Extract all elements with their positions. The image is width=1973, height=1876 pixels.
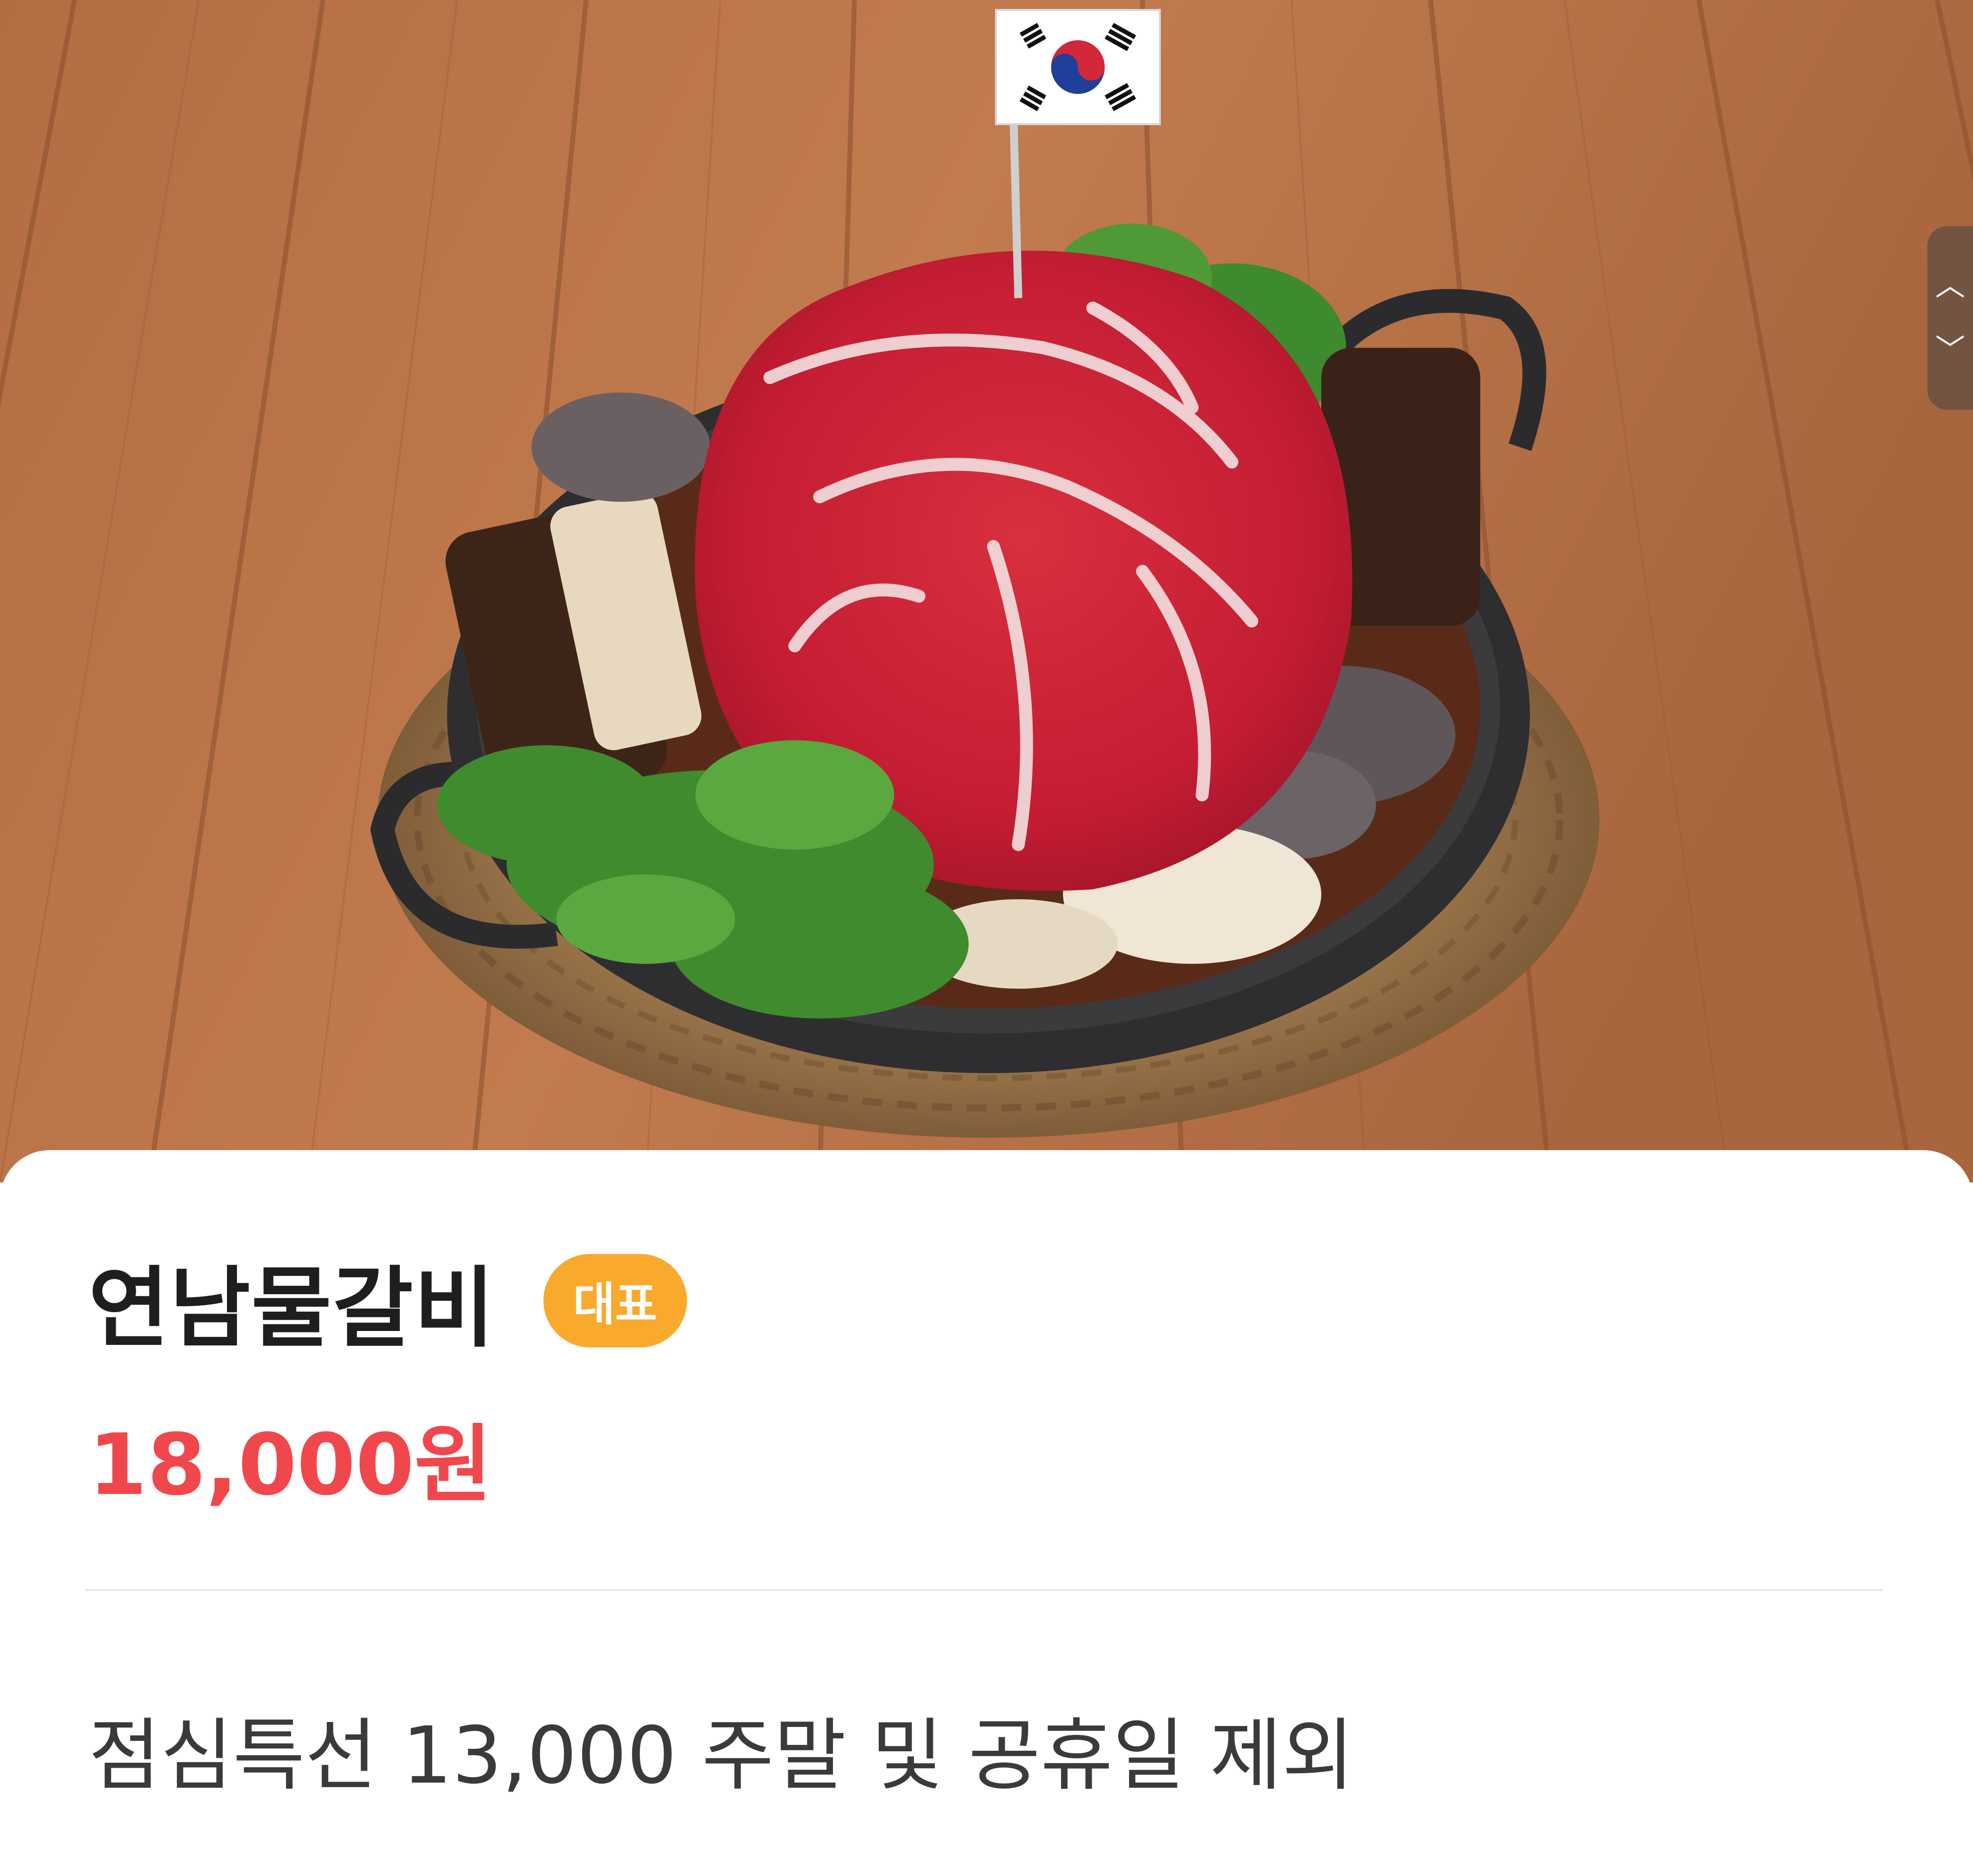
divider <box>85 1589 1883 1591</box>
chevron-down-icon[interactable]: ﹀ <box>1935 335 1965 365</box>
menu-price: 18,000원 <box>88 1416 492 1514</box>
chevron-up-icon[interactable]: ︿ <box>1935 271 1965 301</box>
menu-photo[interactable] <box>0 0 1973 1182</box>
scroll-handle[interactable]: ︿ ﹀ <box>1927 226 1973 410</box>
menu-description: 점심특선 13,000 주말 및 공휴일 제외 <box>88 1710 1355 1801</box>
representative-badge: 대표 <box>543 1253 687 1347</box>
food-image <box>0 0 1973 1182</box>
menu-name: 연남물갈비 <box>88 1257 496 1359</box>
menu-title-row: 연남물갈비 대표 <box>88 1237 687 1364</box>
